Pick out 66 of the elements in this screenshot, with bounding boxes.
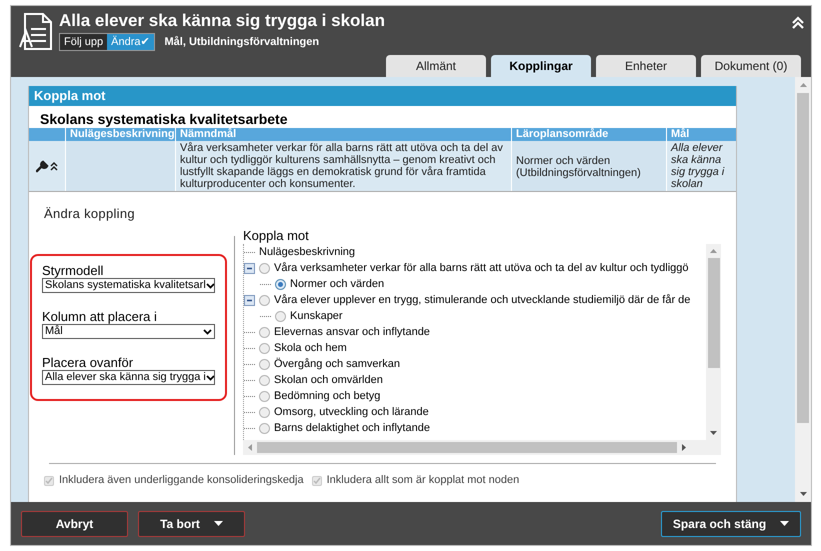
- radio-button[interactable]: [275, 310, 286, 322]
- select-field[interactable]: Alla elever ska känna sig trygga i: [42, 370, 215, 385]
- panel-header: Koppla mot: [29, 86, 736, 106]
- field-label: Placera ovanför: [42, 355, 134, 370]
- tree-item[interactable]: Våra verksamheter verkar för alla barns rätt att utöva och ta del av kultur och tydliggö: [274, 260, 689, 276]
- scrollbar-thumb[interactable]: [708, 258, 720, 368]
- radio-button[interactable]: [259, 294, 270, 306]
- scroll-right-icon[interactable]: [682, 444, 686, 451]
- tab[interactable]: Kopplingar: [491, 55, 591, 77]
- tree-item[interactable]: Skola och hem: [274, 340, 347, 356]
- radio-button[interactable]: [259, 326, 270, 338]
- radio-button[interactable]: [259, 406, 270, 418]
- radio-button[interactable]: [259, 262, 270, 274]
- collapse-icon[interactable]: [244, 262, 255, 274]
- tree-item[interactable]: Elevernas ansvar och inflytande: [274, 324, 430, 340]
- radio-button[interactable]: [259, 422, 270, 434]
- footer-button[interactable]: Avbryt: [21, 510, 128, 536]
- tree-item[interactable]: Nulägesbeskrivning: [259, 244, 355, 260]
- caret-icon: [206, 282, 214, 288]
- tree-item[interactable]: Övergång och samverkan: [274, 356, 400, 372]
- caret-icon: [206, 374, 214, 380]
- radio-button[interactable]: [259, 358, 270, 370]
- tab[interactable]: Dokument (0): [701, 55, 801, 77]
- tree-item[interactable]: Våra elever upplever en trygg, stimulerande och utvecklande studiemiljö där de får de: [274, 292, 690, 308]
- scroll-down-icon[interactable]: [710, 431, 717, 435]
- section-title: Skolans systematiska kvalitetsarbete: [39, 110, 288, 128]
- scroll-left-icon[interactable]: [248, 444, 252, 451]
- tree-item[interactable]: Kunskaper: [290, 308, 343, 324]
- select-field[interactable]: Mål: [42, 324, 215, 339]
- tree-title: Koppla mot: [243, 228, 310, 243]
- caret-icon: [203, 328, 212, 334]
- checkbox-label: Inkludera även underliggande konsolideringskedja: [59, 474, 304, 487]
- tree-item[interactable]: Normer och värden: [290, 276, 384, 292]
- mode-button[interactable]: Följ upp: [60, 34, 108, 50]
- subtitle: Mål, Utbildningsförvaltningen: [164, 34, 320, 50]
- tree-item[interactable]: Barns delaktighet och inflytande: [274, 420, 430, 436]
- footer-button[interactable]: Spara och stäng: [661, 510, 801, 536]
- collapse-icon[interactable]: [244, 294, 255, 306]
- tree-item[interactable]: Bedömning och betyg: [274, 388, 380, 404]
- radio-button[interactable]: [259, 374, 270, 386]
- table-cell: Alla elever ska känna sig trygga i skolan: [666, 141, 736, 191]
- tree-item[interactable]: Skolan och omvärlden: [274, 372, 383, 388]
- scroll-up-icon[interactable]: [710, 249, 717, 253]
- footer-button[interactable]: Ta bort: [138, 510, 245, 536]
- scroll-up-icon[interactable]: [800, 83, 806, 87]
- scrollbar-thumb[interactable]: [257, 442, 677, 453]
- table-cell: Våra verksamheter verkar för alla barns rätt att utöva och ta del av kultur och tydliggör kulturens samhällsnytta – genom kreativt och lustfyllt skapande läggs en demokratisk grund för våra framtida kulturproducenter och konsumenter.: [175, 141, 511, 191]
- table-cell: Normer och värden (Utbildningsförvaltningen): [511, 141, 666, 191]
- radio-button[interactable]: [259, 390, 270, 402]
- radio-button[interactable]: [259, 342, 270, 354]
- check-icon: [45, 476, 53, 484]
- field-label: Kolumn att placera i: [42, 309, 158, 324]
- checkbox-label: Inkludera allt som är kopplat mot noden: [326, 474, 520, 487]
- scroll-down-icon[interactable]: [800, 492, 806, 496]
- tab[interactable]: Enheter: [596, 55, 696, 77]
- wrench-icon[interactable]: [36, 159, 58, 173]
- document-icon: [19, 13, 53, 51]
- select-field[interactable]: Skolans systematiska kvalitetsarl: [42, 278, 215, 293]
- check-icon: [312, 476, 321, 484]
- tree-item[interactable]: Omsorg, utveckling och lärande: [274, 404, 429, 420]
- radio-button[interactable]: [275, 278, 286, 290]
- field-label: Styrmodell: [42, 263, 104, 278]
- section-title: Ändra koppling: [44, 206, 136, 222]
- window-title: Alla elever ska känna sig trygga i skolan: [59, 11, 385, 31]
- tab[interactable]: Allmänt: [386, 55, 486, 77]
- scrollbar-thumb[interactable]: [797, 93, 809, 423]
